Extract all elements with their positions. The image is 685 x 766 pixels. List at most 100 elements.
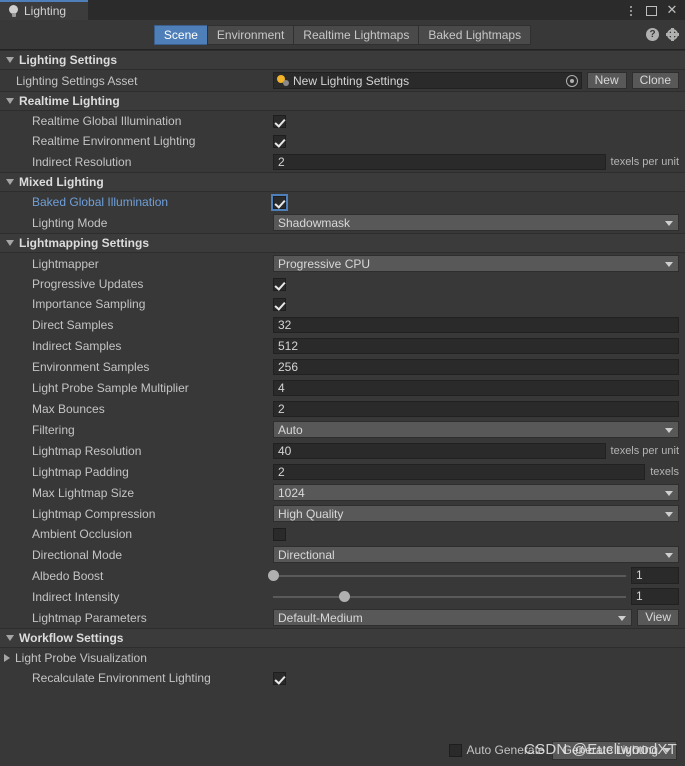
chevron-down-icon: [6, 57, 14, 63]
progressive-updates-checkbox[interactable]: [273, 277, 286, 291]
importance-sampling-checkbox[interactable]: [273, 297, 286, 311]
row-label: Recalculate Environment Lighting: [32, 671, 211, 685]
realtime-global-illumination-checkbox[interactable]: [273, 114, 286, 128]
lighting-mode-dropdown[interactable]: Shadowmask: [273, 214, 679, 231]
generate-lighting-label: Generate Lighting: [562, 742, 658, 757]
lightmap-parameters-dropdown[interactable]: Default-Medium: [273, 609, 633, 626]
view-button[interactable]: View: [637, 609, 679, 626]
toolbar-right-icons: ?: [646, 28, 679, 41]
row-lightmap-resolution: Lightmap Resolution 40 texels per unit: [0, 440, 685, 461]
max-lightmap-size-value: 1024: [278, 485, 305, 500]
lighting-tabs: Scene Environment Realtime Lightmaps Bak…: [153, 24, 532, 45]
row-max-bounces: Max Bounces 2: [0, 398, 685, 419]
indirect-resolution-input[interactable]: 2: [273, 153, 606, 170]
auto-generate-group: Auto Generate: [448, 743, 545, 757]
section-header-workflow-settings[interactable]: Workflow Settings: [0, 628, 685, 648]
new-button[interactable]: New: [586, 72, 627, 89]
lightmap-padding-units: texels: [650, 465, 679, 478]
tab-environment-label: Environment: [216, 27, 285, 42]
tab-environment[interactable]: Environment: [206, 24, 294, 45]
row-label: Indirect Samples: [32, 338, 122, 353]
row-label: Lightmap Resolution: [32, 443, 142, 458]
indirect-intensity-slider[interactable]: [273, 589, 626, 605]
help-icon[interactable]: ?: [646, 28, 659, 41]
close-icon[interactable]: ✕: [666, 3, 678, 16]
row-lighting-mode: Lighting Mode Shadowmask: [0, 212, 685, 233]
section-header-mixed-lighting[interactable]: Mixed Lighting: [0, 172, 685, 192]
max-lightmap-size-dropdown[interactable]: 1024: [273, 484, 679, 501]
chevron-down-icon: [618, 615, 627, 621]
titlebar-spacer: [88, 0, 625, 20]
row-label: Progressive Updates: [32, 277, 144, 291]
tab-realtime-lightmaps[interactable]: Realtime Lightmaps: [293, 24, 419, 45]
row-label: Indirect Intensity: [32, 589, 120, 604]
row-recalculate-environment-lighting: Recalculate Environment Lighting: [0, 668, 685, 688]
dock-tab-lighting[interactable]: Lighting: [0, 0, 88, 20]
foldout-light-probe-visualization[interactable]: Light Probe Visualization: [0, 648, 685, 668]
maximize-icon[interactable]: [646, 5, 657, 16]
light-probe-sample-multiplier-input[interactable]: 4: [273, 379, 679, 396]
slider-handle[interactable]: [268, 570, 279, 581]
lighting-settings-asset-field[interactable]: New Lighting Settings: [273, 72, 582, 89]
indirect-samples-input[interactable]: 512: [273, 337, 679, 354]
lightmap-parameters-value: Default-Medium: [278, 610, 363, 625]
albedo-boost-value[interactable]: 1: [631, 567, 679, 584]
lightbulb-icon: [8, 5, 19, 17]
clone-button[interactable]: Clone: [631, 72, 679, 89]
albedo-boost-slider[interactable]: [268, 568, 626, 584]
lightmap-resolution-input[interactable]: 40: [273, 442, 606, 459]
window-controls: ✕: [625, 0, 685, 20]
auto-generate-checkbox[interactable]: [448, 743, 462, 757]
lightmap-compression-dropdown[interactable]: High Quality: [273, 505, 679, 522]
chevron-down-icon: [665, 552, 673, 558]
row-label: Albedo Boost: [32, 568, 104, 583]
environment-samples-input[interactable]: 256: [273, 358, 679, 375]
tab-baked-lightmaps[interactable]: Baked Lightmaps: [418, 24, 532, 45]
tab-scene-label: Scene: [163, 27, 198, 42]
lightmap-resolution-units: texels per unit: [610, 444, 679, 457]
generate-lighting-button[interactable]: Generate Lighting: [551, 740, 677, 760]
chevron-down-icon: [665, 511, 673, 517]
indirect-resolution-units: texels per unit: [610, 155, 679, 168]
direct-samples-input[interactable]: 32: [273, 316, 679, 333]
chevron-down-icon: [6, 98, 14, 104]
slider-handle[interactable]: [338, 591, 350, 602]
auto-generate-label: Auto Generate: [466, 743, 545, 757]
baked-global-illumination-checkbox[interactable]: [271, 193, 288, 211]
recalculate-environment-lighting-checkbox[interactable]: [273, 671, 286, 685]
row-direct-samples: Direct Samples 32: [0, 314, 685, 335]
lighting-content: Lighting Settings Lighting Settings Asse…: [0, 50, 685, 734]
row-indirect-resolution: Indirect Resolution 2 texels per unit: [0, 151, 685, 172]
realtime-environment-lighting-checkbox[interactable]: [273, 134, 286, 148]
lightmap-compression-value: High Quality: [278, 506, 344, 521]
row-label: Lightmap Padding: [32, 464, 129, 479]
indirect-intensity-value[interactable]: 1: [631, 588, 679, 605]
row-label: Max Lightmap Size: [32, 485, 135, 500]
directional-mode-value: Directional: [278, 547, 335, 562]
directional-mode-dropdown[interactable]: Directional: [273, 546, 679, 563]
row-label: Max Bounces: [32, 401, 105, 416]
row-label[interactable]: Baked Global Illumination: [0, 195, 273, 209]
object-picker-icon[interactable]: [565, 74, 578, 87]
gear-icon[interactable]: [666, 28, 679, 41]
row-lightmap-padding: Lightmap Padding 2 texels: [0, 461, 685, 482]
chevron-down-icon: [6, 635, 14, 641]
row-lighting-settings-asset: Lighting Settings Asset New Lighting Set…: [0, 70, 685, 91]
row-ambient-occlusion: Ambient Occlusion: [0, 524, 685, 544]
chevron-down-icon: [665, 220, 673, 226]
row-max-lightmap-size: Max Lightmap Size 1024: [0, 482, 685, 503]
slider-track: [273, 574, 626, 577]
row-label: Environment Samples: [32, 359, 150, 374]
row-filtering: Filtering Auto: [0, 419, 685, 440]
lightmap-padding-input[interactable]: 2: [273, 463, 646, 480]
kebab-menu-icon[interactable]: [625, 4, 637, 16]
section-header-lightmapping-settings[interactable]: Lightmapping Settings: [0, 233, 685, 253]
lightmapper-dropdown[interactable]: Progressive CPU: [273, 255, 679, 272]
tab-scene[interactable]: Scene: [153, 24, 207, 45]
filtering-dropdown[interactable]: Auto: [273, 421, 679, 438]
ambient-occlusion-checkbox[interactable]: [273, 527, 286, 541]
max-bounces-input[interactable]: 2: [273, 400, 679, 417]
dock-tab-label: Lighting: [24, 4, 67, 18]
section-header-lighting-settings[interactable]: Lighting Settings: [0, 50, 685, 70]
section-header-realtime-lighting[interactable]: Realtime Lighting: [0, 91, 685, 111]
